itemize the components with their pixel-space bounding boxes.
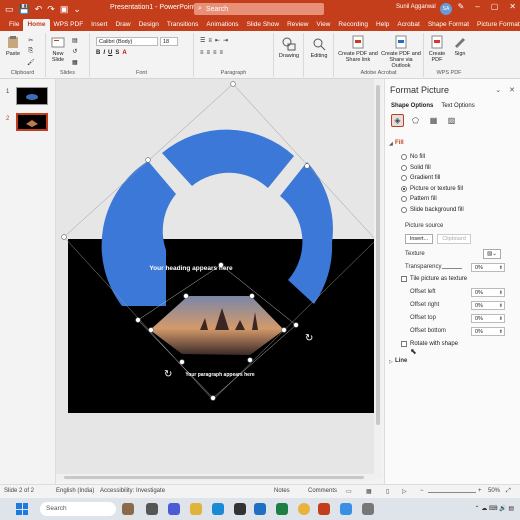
canvas-horizontal-scrollbar[interactable]	[56, 474, 374, 481]
texture-picker[interactable]: ▨⌄	[483, 249, 501, 259]
language-status[interactable]: English (India)	[56, 488, 94, 494]
slide-sorter-icon[interactable]: ▦	[366, 488, 372, 495]
line-section-header[interactable]: Line	[395, 358, 407, 364]
texture-label: Texture	[405, 251, 425, 257]
notes-button[interactable]: Notes	[274, 488, 290, 494]
fill-section-header[interactable]: Fill	[395, 140, 404, 146]
pane-category-icons: ◈ ⬠ ▦ ▨	[391, 114, 458, 127]
fill-option-gradient[interactable]: Gradient fill	[401, 175, 440, 181]
normal-view-icon[interactable]: ▭	[346, 488, 352, 495]
fill-option-picture[interactable]: Picture or texture fill	[401, 186, 463, 192]
transparency-input[interactable]: 0%	[471, 263, 505, 272]
fit-to-window-icon[interactable]: ⤢	[506, 488, 511, 495]
clipboard-button[interactable]: Clipboard	[437, 234, 471, 244]
taskbar-search[interactable]: Search	[40, 502, 116, 516]
app-icon[interactable]	[362, 503, 374, 515]
pane-title: Format Picture	[390, 85, 450, 95]
slide-counter: Slide 2 of 2	[4, 488, 35, 494]
format-picture-pane: Format Picture ⌄ ✕ Shape Options Text Op…	[384, 79, 520, 484]
store-icon[interactable]	[234, 503, 246, 515]
accessibility-status[interactable]: Accessibility: Investigate	[100, 488, 165, 494]
tab-shape-options[interactable]: Shape Options	[391, 103, 433, 109]
powerpoint-icon[interactable]	[318, 503, 330, 515]
offset-right-label: Offset right	[410, 302, 440, 308]
ring-segment-right[interactable]	[280, 162, 333, 304]
fill-option-pattern[interactable]: Pattern fill	[401, 196, 437, 202]
taskbar: Search ⌃ ☁ ⌨ 🔊 ▤	[0, 498, 520, 520]
word-icon[interactable]	[254, 503, 266, 515]
chrome-icon[interactable]	[298, 503, 310, 515]
teams-icon[interactable]	[168, 503, 180, 515]
offset-right-input[interactable]: 0%	[471, 301, 505, 310]
ring-shape[interactable]	[101, 129, 333, 306]
close-icon[interactable]: ✕	[509, 86, 515, 94]
windows-start-icon[interactable]	[16, 503, 28, 515]
edge-icon[interactable]	[212, 503, 224, 515]
slide-heading[interactable]: Your heading appears here	[121, 265, 261, 272]
fill-chevron-icon[interactable]: ◢	[389, 141, 393, 147]
task-view-icon[interactable]	[146, 503, 158, 515]
pane-buttons: ⌄ ✕	[495, 86, 515, 94]
fill-option-slide-background[interactable]: Slide background fill	[401, 207, 464, 213]
picture-icon[interactable]: ▨	[445, 114, 458, 127]
ring-segment-left[interactable]	[101, 161, 176, 306]
reading-view-icon[interactable]: ▯	[386, 488, 389, 495]
effects-icon[interactable]: ⬠	[409, 114, 422, 127]
slide-paragraph[interactable]: Your paragraph appears here	[150, 372, 290, 378]
comments-button[interactable]: Comments	[308, 488, 337, 494]
rotate-handle-icon[interactable]: ↻	[305, 333, 313, 344]
widgets-icon[interactable]	[122, 503, 134, 515]
file-explorer-icon[interactable]	[190, 503, 202, 515]
fill-option-none[interactable]: No fill	[401, 154, 425, 160]
offset-top-label: Offset top	[410, 315, 436, 321]
line-chevron-icon[interactable]: ▷	[389, 359, 393, 365]
fill-option-solid[interactable]: Solid fill	[401, 165, 431, 171]
slideshow-icon[interactable]: ▷	[402, 488, 407, 495]
insert-button[interactable]: Insert...	[405, 234, 433, 244]
ring-segment-top[interactable]	[162, 129, 294, 188]
tile-checkbox[interactable]: Tile picture as texture	[401, 276, 467, 282]
offset-bottom-label: Offset bottom	[410, 328, 446, 334]
fill-line-icon[interactable]: ◈	[391, 114, 404, 127]
camera-icon[interactable]	[340, 503, 352, 515]
zoom-slider[interactable]	[428, 492, 476, 493]
offset-bottom-input[interactable]: 0%	[471, 327, 505, 336]
zoom-in-icon[interactable]: +	[478, 488, 482, 494]
transparency-label: Transparency	[405, 264, 442, 270]
excel-icon[interactable]	[276, 503, 288, 515]
chevron-down-icon[interactable]: ⌄	[495, 86, 501, 94]
mouse-cursor-icon: ⬉	[410, 347, 417, 356]
system-tray[interactable]: ⌃ ☁ ⌨ 🔊 ▤	[475, 505, 515, 512]
transparency-slider[interactable]	[442, 268, 462, 269]
vscroll-thumb[interactable]	[376, 85, 380, 425]
size-properties-icon[interactable]: ▦	[427, 114, 440, 127]
offset-top-input[interactable]: 0%	[471, 314, 505, 323]
hscroll-thumb[interactable]	[64, 476, 364, 479]
pane-tabs: Shape Options Text Options	[391, 103, 475, 109]
canvas-vertical-scrollbar[interactable]	[374, 79, 382, 479]
status-bar: Slide 2 of 2 English (India) Accessibili…	[0, 484, 520, 498]
offset-left-label: Offset left	[410, 289, 436, 295]
zoom-out-icon[interactable]: −	[420, 488, 424, 494]
tab-text-options[interactable]: Text Options	[441, 103, 474, 109]
picture-source-label: Picture source	[405, 223, 444, 229]
zoom-level[interactable]: 50%	[488, 488, 500, 494]
offset-left-input[interactable]: 0%	[471, 288, 505, 297]
